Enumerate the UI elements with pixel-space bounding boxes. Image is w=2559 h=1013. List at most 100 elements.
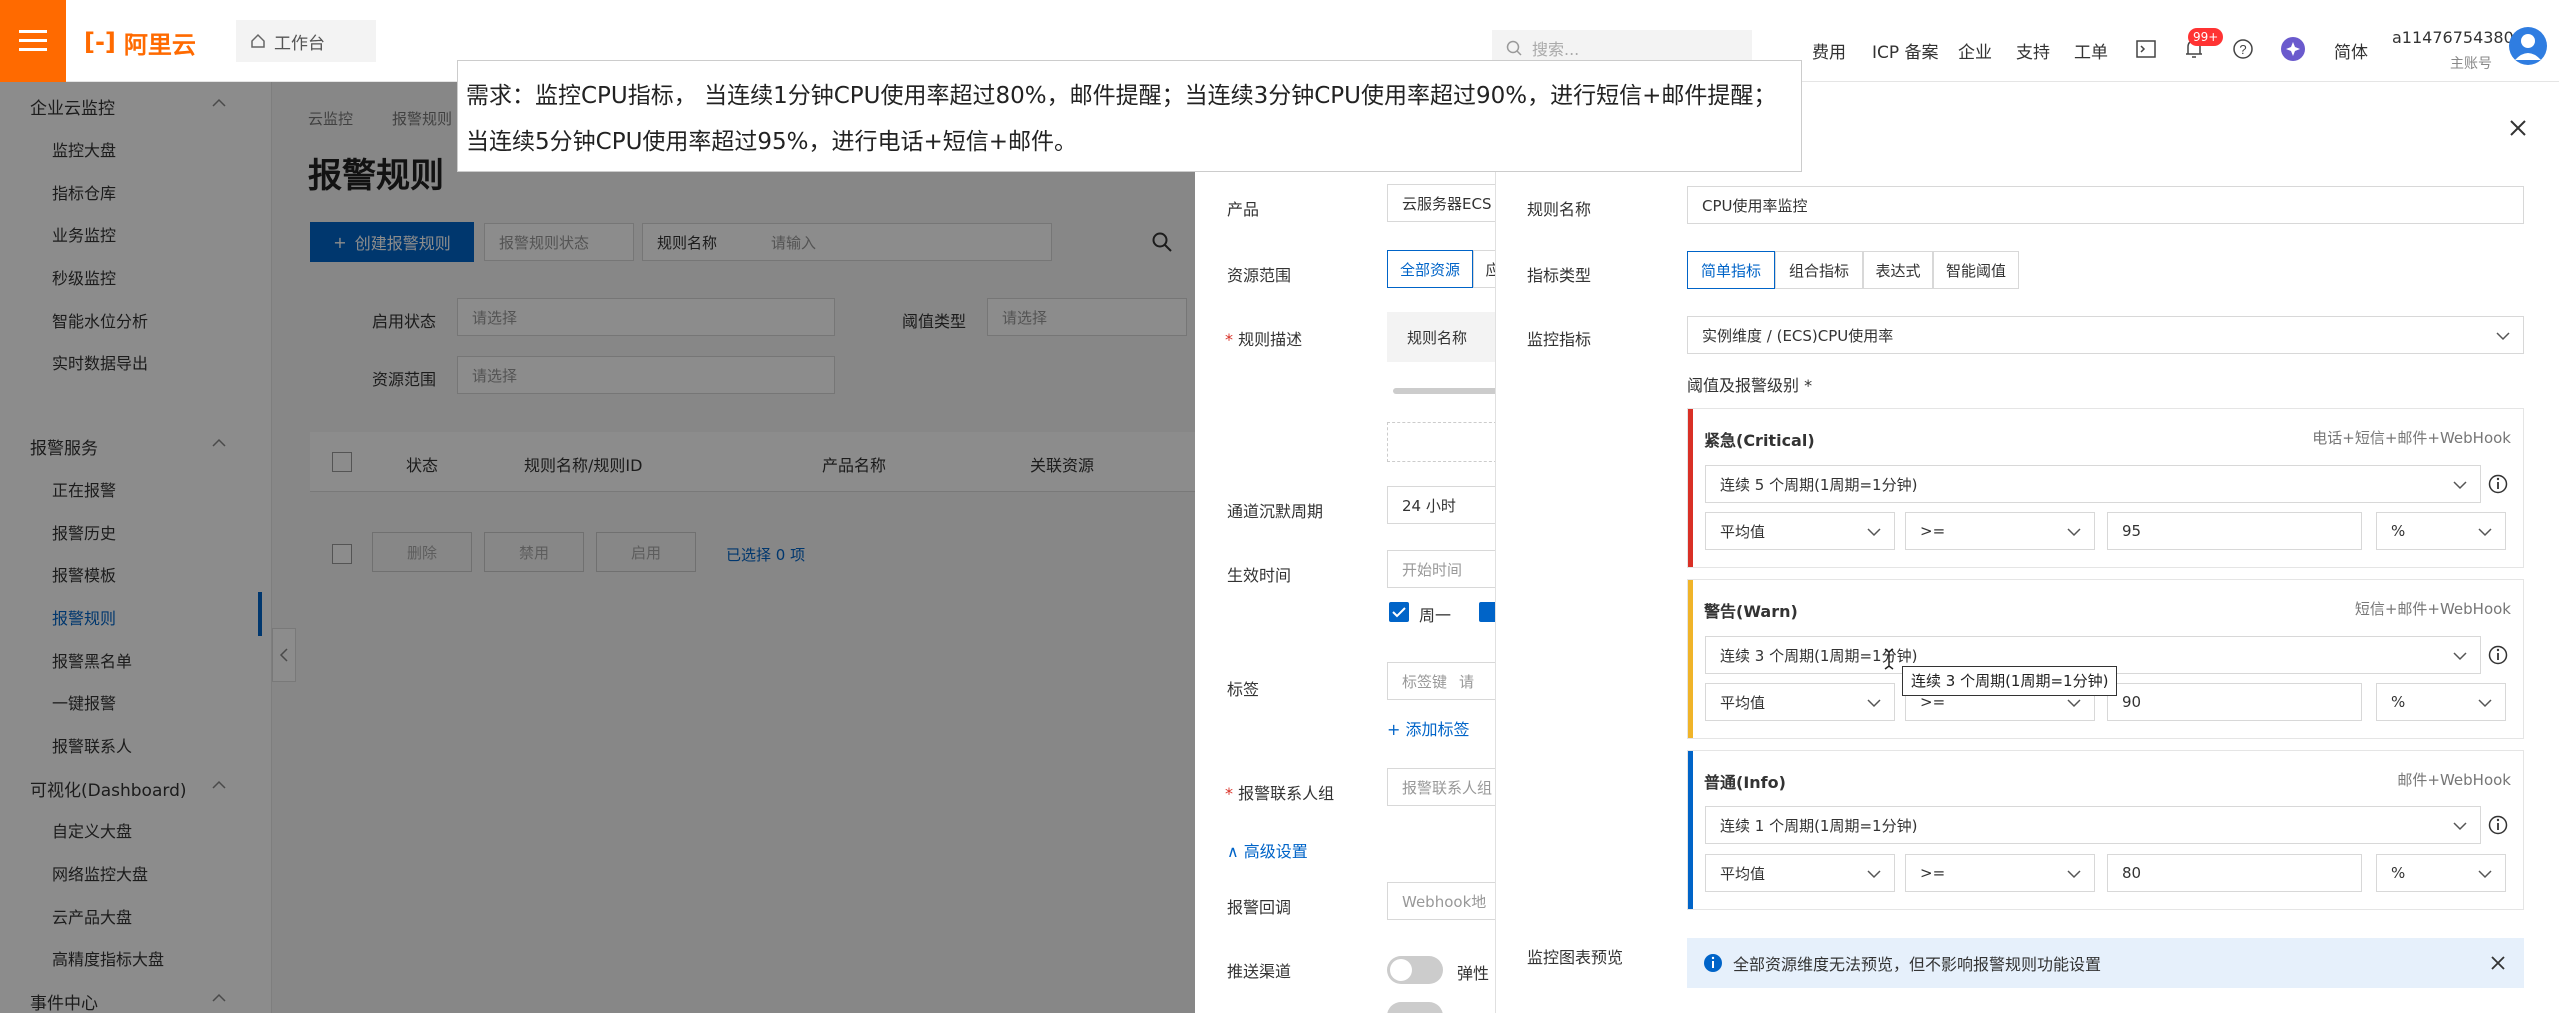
rule-name-tab[interactable]: 规则名称 [1387,312,1507,362]
operator-select[interactable]: >= [1905,854,2095,892]
logo-mark-icon: [-] [84,28,116,56]
period-tooltip: 连续 3 个周期(1周期=1分钟) [1902,666,2118,696]
unit-select[interactable]: % [2376,683,2506,721]
add-rule-area[interactable] [1387,422,1497,462]
add-tag-link[interactable]: + 添加标签 [1387,716,1470,740]
contact-group-select[interactable]: 报警联系人组 [1387,768,1507,806]
product-select[interactable]: 云服务器ECS [1387,184,1507,222]
product-label: 产品 [1227,200,1260,219]
metric-type-composite[interactable]: 组合指标 [1775,251,1863,289]
threshold-input[interactable]: 90 [2107,683,2362,721]
callback-input[interactable]: Webhook地 [1387,882,1507,920]
unit-select[interactable]: % [2376,512,2506,550]
operator-value: >= [1920,864,1946,882]
chevron-down-icon [2496,332,2510,341]
chevron-down-icon [2067,528,2081,537]
language-switch[interactable]: 简体 [2334,38,2368,63]
info-icon[interactable] [2488,474,2508,494]
push-toggle-2[interactable] [1387,1002,1443,1013]
threshold-value: 95 [2122,522,2142,540]
silence-select[interactable]: 24 小时 [1387,486,1507,524]
terminal-icon[interactable] [2136,40,2156,58]
menu-icon[interactable] [0,0,66,82]
rule-name-value: CPU使用率监控 [1702,196,1808,215]
push-channel-label: 推送渠道 [1227,962,1292,981]
scope-all-button[interactable]: 全部资源 [1387,250,1473,288]
search-placeholder: 搜索... [1532,40,1580,59]
search-icon [1506,40,1522,56]
stat-value: 平均值 [1720,522,1766,541]
period-select[interactable]: 连续 5 个周期(1周期=1分钟) [1705,465,2481,503]
effective-time-label: 生效时间 [1227,566,1292,585]
tag-label: 标签 [1227,680,1260,699]
chevron-down-icon [2478,870,2492,879]
workbench-button[interactable]: 工作台 [236,20,376,62]
nav-ticket[interactable]: 工单 [2074,38,2108,63]
chevron-down-icon [2453,481,2467,490]
notification-badge: 99+ [2188,28,2224,46]
metric-type-simple[interactable]: 简单指标 [1687,251,1775,289]
push-option-1: 弹性 [1457,964,1490,983]
logo-text: 阿里云 [123,30,196,59]
chevron-down-icon [1867,870,1881,879]
rule-name-label: 规则名称 [1527,200,1592,219]
chevron-down-icon [2478,699,2492,708]
tag-value-placeholder: 请 [1459,672,1475,691]
stat-select[interactable]: 平均值 [1705,512,1895,550]
chevron-down-icon [1867,528,1881,537]
monday-checkbox[interactable] [1389,602,1409,622]
horizontal-scrollbar[interactable] [1393,388,1503,394]
operator-value: >= [1920,522,1946,540]
nav-enterprise[interactable]: 企业 [1958,38,1992,63]
level-title: 警告(Warn) [1704,602,1798,621]
metric-type-expression[interactable]: 表达式 [1863,251,1933,289]
add-tag-label: 添加标签 [1405,720,1470,739]
nav-support[interactable]: 支持 [2016,38,2050,63]
text-cursor-icon [1884,648,1894,670]
effective-start-placeholder: 开始时间 [1402,560,1463,579]
user-role: 主账号 [2450,56,2492,72]
contact-group-label: 报警联系人组 [1238,784,1335,803]
help-icon[interactable]: ? [2232,38,2254,60]
close-icon[interactable] [2490,955,2506,971]
period-select[interactable]: 连续 1 个周期(1周期=1分钟) [1705,806,2481,844]
stat-value: 平均值 [1720,693,1766,712]
push-toggle-1[interactable] [1387,956,1443,984]
ai-assistant-icon[interactable] [2280,36,2306,62]
aliyun-logo[interactable]: [-] 阿里云 [84,28,196,59]
user-id[interactable]: a11476754380 [2392,28,2514,47]
info-icon[interactable] [2488,815,2508,835]
svg-text:?: ? [2239,42,2246,57]
scope-label: 资源范围 [1227,266,1292,285]
operator-select[interactable]: >= [1905,512,2095,550]
close-icon[interactable] [2508,118,2528,138]
stat-select[interactable]: 平均值 [1705,854,1895,892]
rule-form-left: 产品 云服务器ECS 资源范围 全部资源 应 * 规则描述 规则名称 通道沉默周… [1195,82,1513,1013]
metric-type-smart[interactable]: 智能阈值 [1933,251,2019,289]
advanced-settings-toggle[interactable]: ∧ 高级设置 [1227,838,1308,862]
unit-select[interactable]: % [2376,854,2506,892]
threshold-value: 80 [2122,864,2142,882]
chevron-down-icon [1867,699,1881,708]
tooltip-text: 连续 3 个周期(1周期=1分钟) [1911,672,2109,690]
info-icon[interactable] [2488,645,2508,665]
monday-label: 周一 [1419,606,1452,625]
chevron-down-icon [2067,870,2081,879]
tag-key-input[interactable]: 标签键请 [1387,662,1507,700]
rule-desc-label: 规则描述 [1238,330,1303,349]
stat-select[interactable]: 平均值 [1705,683,1895,721]
stat-value: 平均值 [1720,864,1766,883]
threshold-input[interactable]: 80 [2107,854,2362,892]
rule-name-input[interactable]: CPU使用率监控 [1687,186,2524,224]
unit-value: % [2391,522,2406,540]
nav-icp[interactable]: ICP 备案 [1872,38,1939,63]
level-notify: 电话+短信+邮件+WebHook [2312,429,2511,447]
effective-start-input[interactable]: 开始时间 [1387,550,1507,588]
avatar[interactable] [2508,26,2548,66]
silence-label: 通道沉默周期 [1227,502,1324,521]
workbench-label: 工作台 [274,33,325,54]
nav-cost[interactable]: 费用 [1812,38,1846,63]
metric-select[interactable]: 实例维度 / (ECS)CPU使用率 [1687,316,2524,354]
requirement-note: 需求：监控CPU指标， 当连续1分钟CPU使用率超过80%，邮件提醒；当连续3分… [457,60,1802,172]
threshold-input[interactable]: 95 [2107,512,2362,550]
